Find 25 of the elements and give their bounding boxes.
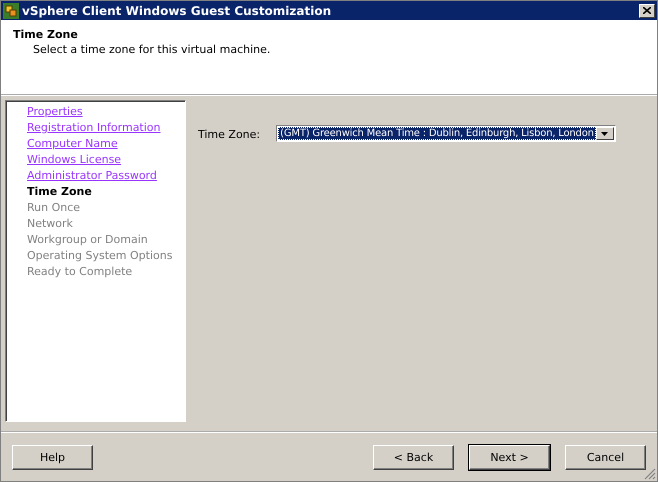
- step-item[interactable]: Windows License: [27, 152, 122, 168]
- resize-grip-icon[interactable]: [644, 468, 656, 480]
- help-button[interactable]: Help: [12, 444, 93, 470]
- back-button[interactable]: < Back: [373, 444, 454, 470]
- window-title: vSphere Client Windows Guest Customization: [22, 4, 332, 18]
- step-item[interactable]: Computer Name: [27, 136, 118, 152]
- close-icon: [643, 7, 651, 14]
- step-item[interactable]: Registration Information: [27, 120, 161, 136]
- app-icon: [3, 2, 19, 18]
- time-zone-dropdown[interactable]: (GMT) Greenwich Mean Time : Dublin, Edinburgh, Lisbon, London: [276, 125, 616, 142]
- field-label: Time Zone:: [198, 128, 260, 141]
- next-button[interactable]: Next >: [469, 444, 550, 470]
- step-item: Run Once: [27, 200, 80, 216]
- step-item[interactable]: Administrator Password: [27, 168, 157, 184]
- cancel-button[interactable]: Cancel: [565, 444, 646, 470]
- step-item: Workgroup or Domain: [27, 232, 148, 248]
- step-item: Time Zone: [27, 184, 92, 200]
- close-button[interactable]: [639, 4, 655, 18]
- step-item: Network: [27, 216, 73, 232]
- step-item: Operating System Options: [27, 248, 172, 264]
- step-item: Ready to Complete: [27, 264, 132, 280]
- page-title: Time Zone: [13, 28, 79, 41]
- caret-icon: [601, 132, 608, 136]
- step-item[interactable]: Properties: [27, 104, 83, 120]
- page-subtitle: Select a time zone for this virtual machine.: [32, 42, 272, 56]
